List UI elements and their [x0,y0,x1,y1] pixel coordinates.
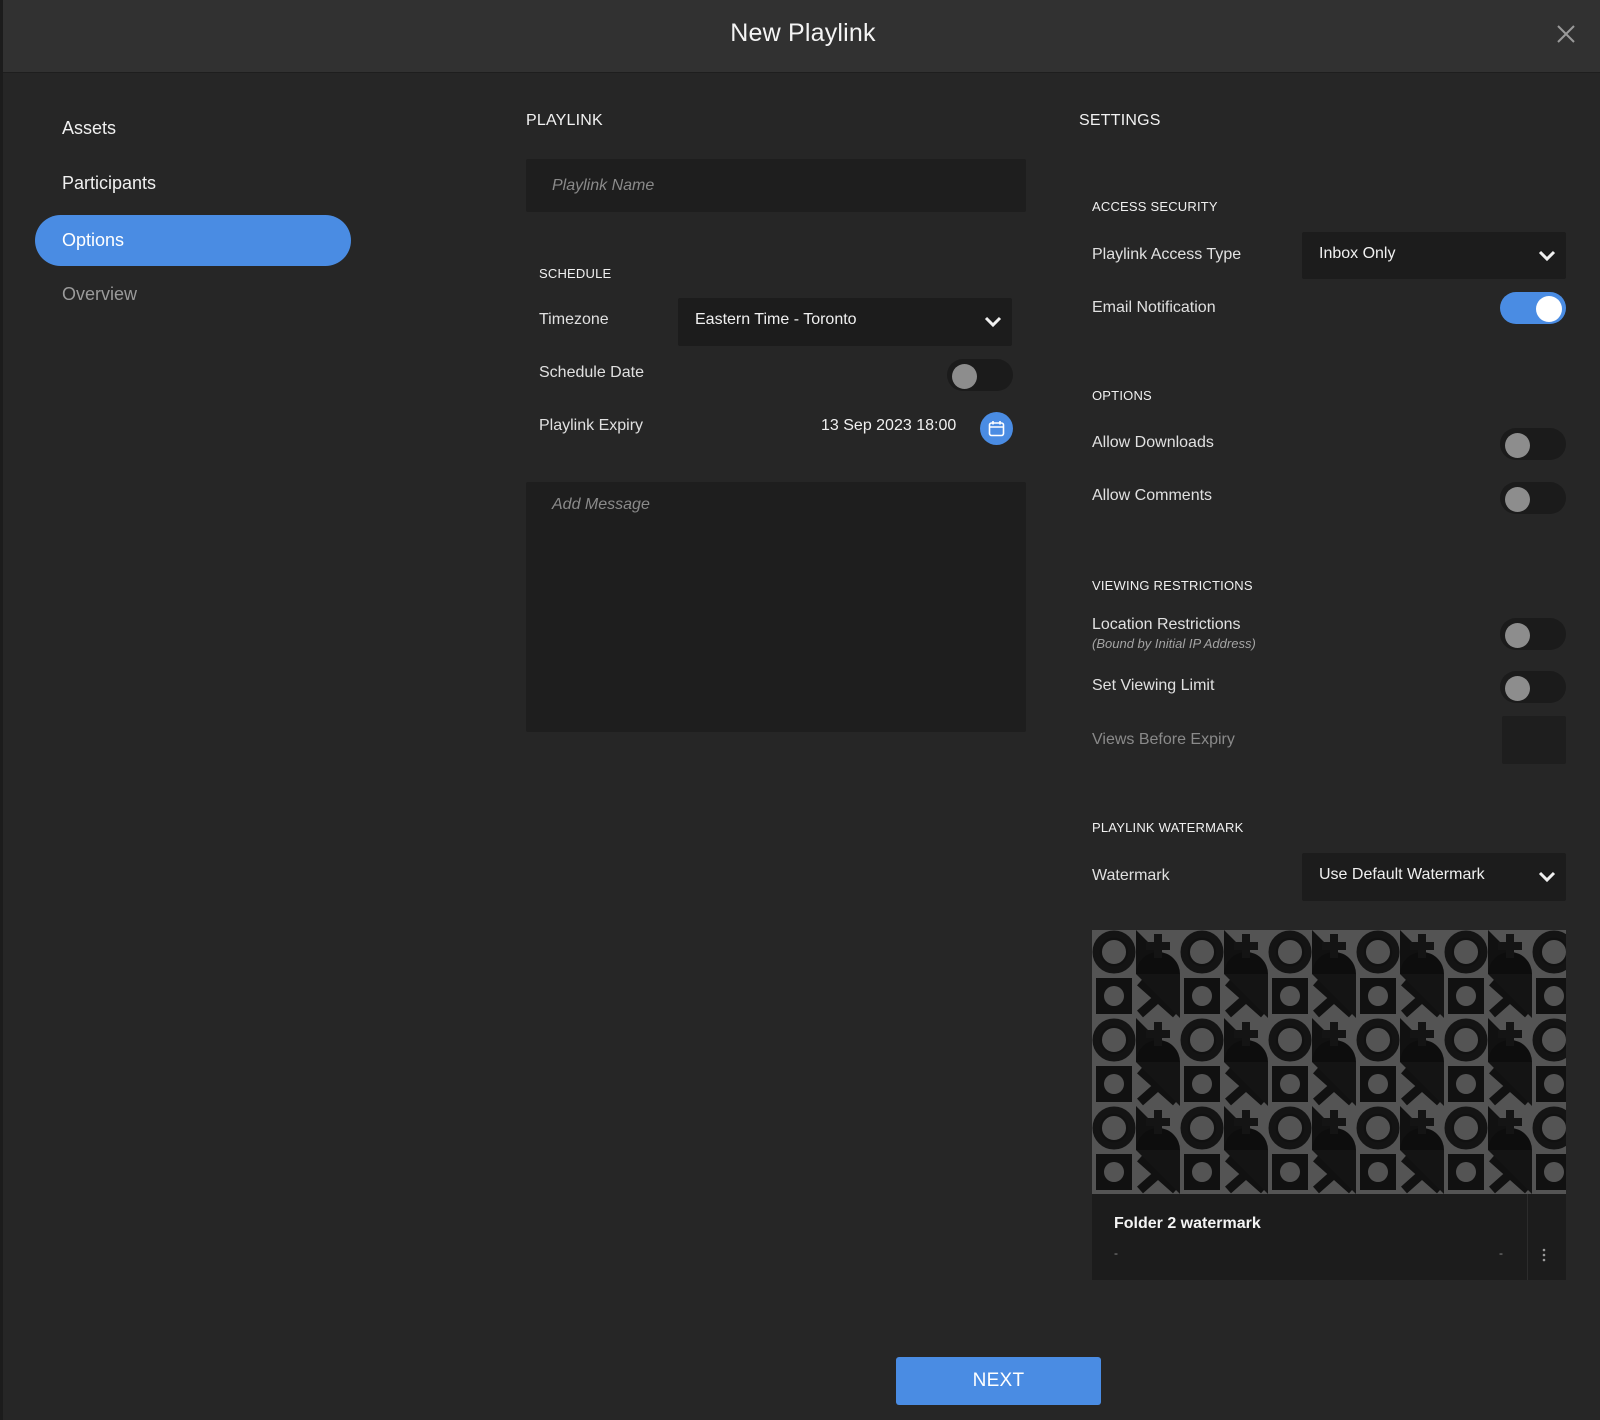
playlink-expiry-value: 13 Sep 2023 18:00 [821,417,957,434]
watermark-info-card: Folder 2 watermark - - [1092,1194,1566,1280]
viewing-limit-toggle[interactable] [1500,671,1566,703]
toggle-knob [1505,433,1530,458]
schedule-date-label: Schedule Date [539,364,644,381]
settings-section-title: SETTINGS [1079,112,1161,129]
location-restrictions-label: Location Restrictions [1092,616,1241,633]
viewing-limit-label: Set Viewing Limit [1092,677,1215,694]
nav-item-options[interactable]: Options [35,215,351,266]
schedule-title: SCHEDULE [539,266,612,281]
watermark-meta-right: - [1499,1246,1503,1260]
divider [1527,1194,1528,1280]
location-restrictions-toggle[interactable] [1500,618,1566,650]
access-type-value: Inbox Only [1319,245,1396,262]
dialog-title: New Playlink [730,19,876,47]
access-type-label: Playlink Access Type [1092,246,1242,263]
watermark-label: Watermark [1092,867,1170,884]
watermark-name: Folder 2 watermark [1114,1215,1261,1232]
playlink-section-title: PLAYLINK [526,112,603,129]
location-restrictions-sublabel: (Bound by Initial IP Address) [1092,636,1256,651]
timezone-value: Eastern Time - Toronto [695,311,857,328]
calendar-icon [988,421,1005,437]
watermark-title: PLAYLINK WATERMARK [1092,820,1244,835]
timezone-label: Timezone [539,311,609,328]
new-playlink-dialog: New Playlink Assets Participants Options… [0,0,1600,1420]
toggle-knob [1505,676,1530,701]
chevron-down-icon [1538,250,1556,261]
toggle-knob [1505,623,1530,648]
email-notification-label: Email Notification [1092,299,1216,316]
timezone-select[interactable]: Eastern Time - Toronto [678,298,1012,346]
kebab-icon[interactable] [1537,1248,1551,1264]
watermark-select[interactable]: Use Default Watermark [1302,853,1566,901]
watermark-pattern [1092,930,1566,1194]
views-before-expiry-input[interactable] [1502,716,1566,764]
watermark-value: Use Default Watermark [1319,866,1485,883]
viewing-restrictions-title: VIEWING RESTRICTIONS [1092,578,1253,593]
toggle-knob [1536,296,1562,322]
nav-item-assets[interactable]: Assets [35,103,351,154]
email-notification-toggle[interactable] [1500,292,1566,324]
allow-comments-toggle[interactable] [1500,482,1566,514]
access-type-select[interactable]: Inbox Only [1302,232,1566,279]
add-message-textarea[interactable] [526,482,1026,732]
chevron-down-icon [984,316,1002,328]
allow-downloads-toggle[interactable] [1500,428,1566,460]
dialog-header: New Playlink [3,0,1600,73]
toggle-knob [1505,487,1530,512]
nav-item-overview[interactable]: Overview [35,269,351,320]
playlink-expiry-label: Playlink Expiry [539,417,644,434]
close-icon[interactable] [1556,24,1576,44]
options-title: OPTIONS [1092,388,1152,403]
watermark-meta-left: - [1114,1246,1118,1260]
access-security-title: ACCESS SECURITY [1092,199,1218,214]
chevron-down-icon [1538,871,1556,883]
next-button[interactable]: NEXT [896,1357,1101,1405]
nav-item-participants[interactable]: Participants [35,158,351,209]
toggle-knob [952,364,977,389]
views-before-expiry-label: Views Before Expiry [1092,731,1235,748]
watermark-preview-image [1092,930,1566,1194]
playlink-name-input[interactable] [526,159,1026,212]
allow-comments-label: Allow Comments [1092,487,1213,504]
calendar-button[interactable] [980,412,1013,445]
allow-downloads-label: Allow Downloads [1092,434,1214,451]
schedule-date-toggle[interactable] [947,359,1013,391]
